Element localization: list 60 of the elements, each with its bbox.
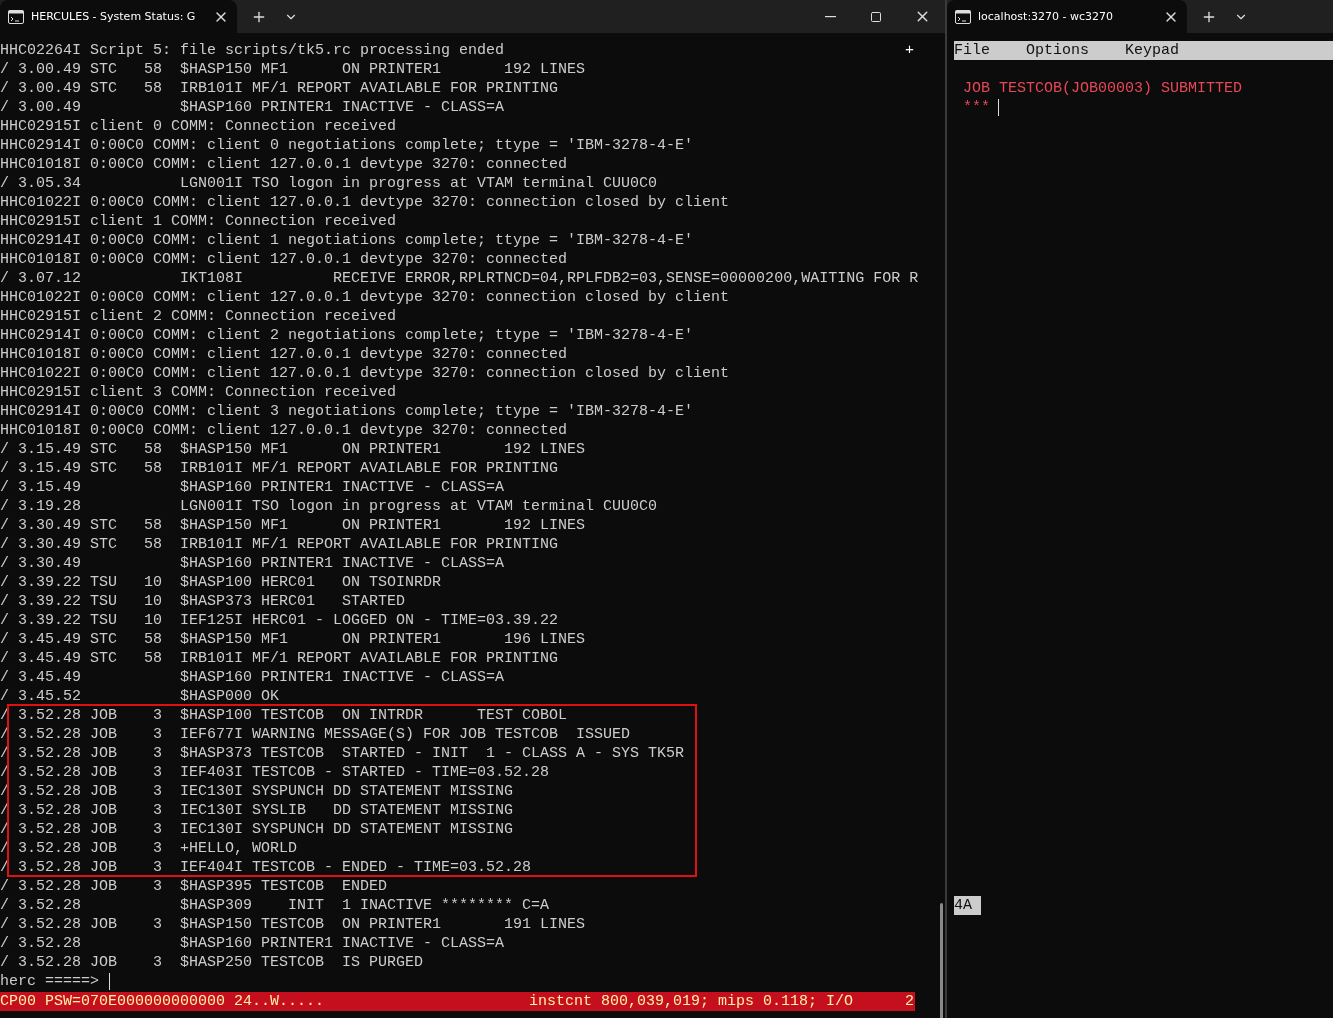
terminal-tab[interactable]: localhost:3270 - wc3270 bbox=[947, 0, 1187, 33]
scrollbar-thumb[interactable] bbox=[940, 903, 943, 1018]
console-line: / 3.52.28 JOB 3 $HASP395 TESTCOB ENDED bbox=[0, 877, 388, 896]
menu-item[interactable]: File bbox=[954, 41, 990, 60]
text-cursor bbox=[109, 973, 111, 990]
console-line: / 3.39.22 TSU 10 $HASP373 HERC01 STARTED bbox=[0, 592, 406, 611]
console-line: HHC02915I client 3 COMM: Connection received bbox=[0, 383, 397, 402]
console-line: / 3.45.49 $HASP160 PRINTER1 INACTIVE - CLASS=A bbox=[0, 668, 505, 687]
console-line: HHC01022I 0:00C0 COMM: client 127.0.0.1 devtype 3270: connection closed by client bbox=[0, 288, 730, 307]
status-text: 2 bbox=[905, 992, 915, 1011]
scroll-marker: + bbox=[905, 41, 914, 60]
console-line: / 3.52.28 JOB 3 $HASP250 TESTCOB IS PURGED bbox=[0, 953, 424, 972]
console-line: HHC02915I client 1 COMM: Connection received bbox=[0, 212, 397, 231]
console-line: HHC02914I 0:00C0 COMM: client 0 negotiations complete; ttype = 'IBM-3278-4-E' bbox=[0, 136, 694, 155]
console-line: / 3.39.22 TSU 10 IEF125I HERC01 - LOGGED ON - TIME=03.39.22 bbox=[0, 611, 559, 630]
console-line: / 3.00.49 STC 58 IRB101I MF/1 REPORT AVAILABLE FOR PRINTING bbox=[0, 79, 559, 98]
console-line: HHC01022I 0:00C0 COMM: client 127.0.0.1 devtype 3270: connection closed by client bbox=[0, 364, 730, 383]
console-line: HHC01018I 0:00C0 COMM: client 127.0.0.1 devtype 3270: connected bbox=[0, 345, 568, 364]
terminal-message: JOB TESTCOB(JOB00003) SUBMITTED bbox=[963, 79, 1243, 98]
console-line: / 3.39.22 TSU 10 $HASP100 HERC01 ON TSOINRDR bbox=[0, 573, 442, 592]
console-line: HHC02915I client 2 COMM: Connection received bbox=[0, 307, 397, 326]
console-line: HHC01018I 0:00C0 COMM: client 127.0.0.1 devtype 3270: connected bbox=[0, 155, 568, 174]
command-prompt: herc =====> bbox=[0, 972, 100, 991]
terminal-icon bbox=[955, 9, 971, 24]
console-line: / 3.15.49 STC 58 $HASP150 MF1 ON PRINTER1 192 LINES bbox=[0, 440, 586, 459]
console-line: / 3.45.52 $HASP000 OK bbox=[0, 687, 280, 706]
console-line: HHC02914I 0:00C0 COMM: client 2 negotiations complete; ttype = 'IBM-3278-4-E' bbox=[0, 326, 694, 345]
console-line: HHC01022I 0:00C0 COMM: client 127.0.0.1 devtype 3270: connection closed by client bbox=[0, 193, 730, 212]
console-line: / 3.15.49 STC 58 IRB101I MF/1 REPORT AVAILABLE FOR PRINTING bbox=[0, 459, 559, 478]
console-line: / 3.07.12 IKT108I RECEIVE ERROR,RPLRTNCD=04,RPLFDB2=03,SENSE=00000200,WAITING FOR R bbox=[0, 269, 919, 288]
status-text: CP00 PSW=070E000000000000 24..W..... bbox=[0, 992, 326, 1011]
console-line: / 3.52.28 $HASP309 INIT 1 INACTIVE ******** C=A bbox=[0, 896, 550, 915]
minimize-icon bbox=[824, 15, 836, 18]
console-line: / 3.30.49 $HASP160 PRINTER1 INACTIVE - CLASS=A bbox=[0, 554, 505, 573]
maximize-icon bbox=[870, 10, 882, 23]
terminal-message: *** bbox=[963, 98, 990, 117]
console-line: / 3.45.49 STC 58 IRB101I MF/1 REPORT AVAILABLE FOR PRINTING bbox=[0, 649, 559, 668]
console-line: / 3.00.49 $HASP160 PRINTER1 INACTIVE - CLASS=A bbox=[0, 98, 505, 117]
console-line: / 3.15.49 $HASP160 PRINTER1 INACTIVE - CLASS=A bbox=[0, 478, 505, 497]
console-line: HHC02915I client 0 COMM: Connection received bbox=[0, 117, 397, 136]
console-line: HHC02264I Script 5: file scripts/tk5.rc processing ended bbox=[0, 41, 505, 60]
console-line: / 3.19.28 LGN001I TSO logon in progress at VTAM terminal CUU0C0 bbox=[0, 497, 658, 516]
console-line: / 3.00.49 STC 58 $HASP150 MF1 ON PRINTER1 192 LINES bbox=[0, 60, 586, 79]
status-text: instcnt 800,039,019; mips 0.118; I/O bbox=[529, 992, 855, 1011]
console-line: / 3.45.49 STC 58 $HASP150 MF1 ON PRINTER1 196 LINES bbox=[0, 630, 586, 649]
menu-item[interactable]: Options bbox=[1026, 41, 1090, 60]
terminal-icon bbox=[8, 9, 24, 24]
console-line: / 3.05.34 LGN001I TSO logon in progress at VTAM terminal CUU0C0 bbox=[0, 174, 658, 193]
terminal-tab[interactable]: HERCULES - System Status: G bbox=[0, 0, 237, 33]
menu-item[interactable]: Keypad bbox=[1125, 41, 1180, 60]
console-line: / 3.30.49 STC 58 $HASP150 MF1 ON PRINTER1 192 LINES bbox=[0, 516, 586, 535]
console-line: / 3.52.28 $HASP160 PRINTER1 INACTIVE - CLASS=A bbox=[0, 934, 505, 953]
console-line: HHC01018I 0:00C0 COMM: client 127.0.0.1 devtype 3270: connected bbox=[0, 421, 568, 440]
console-line: HHC02914I 0:00C0 COMM: client 1 negotiations complete; ttype = 'IBM-3278-4-E' bbox=[0, 231, 694, 250]
console-line: / 3.30.49 STC 58 IRB101I MF/1 REPORT AVAILABLE FOR PRINTING bbox=[0, 535, 559, 554]
console-line: HHC01018I 0:00C0 COMM: client 127.0.0.1 devtype 3270: connected bbox=[0, 250, 568, 269]
console-line: HHC02914I 0:00C0 COMM: client 3 negotiations complete; ttype = 'IBM-3278-4-E' bbox=[0, 402, 694, 421]
text-cursor bbox=[998, 99, 999, 116]
console-line: / 3.52.28 JOB 3 $HASP150 TESTCOB ON PRINTER1 191 LINES bbox=[0, 915, 586, 934]
status-indicator: 4A bbox=[954, 896, 981, 915]
